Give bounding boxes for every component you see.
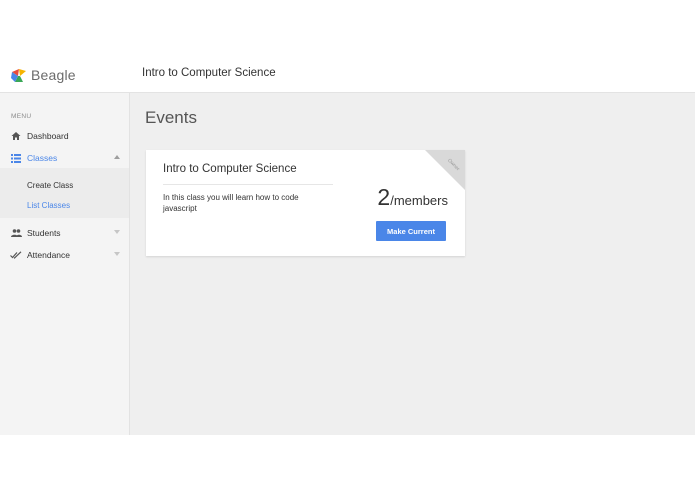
people-icon xyxy=(10,227,22,239)
beagle-logo-icon xyxy=(11,69,26,82)
page-title: Events xyxy=(145,108,197,127)
main-content: Events Owner Intro to Computer Science I… xyxy=(130,93,695,435)
card-description: In this class you will learn how to code… xyxy=(163,193,299,213)
member-count-number: 2 xyxy=(377,184,391,210)
member-count: 2/members xyxy=(377,184,448,211)
chevron-down-icon xyxy=(114,252,120,256)
make-current-button[interactable]: Make Current xyxy=(376,221,446,241)
sidebar-item-label: Students xyxy=(27,228,61,238)
double-check-icon xyxy=(10,249,22,261)
sidebar-item-dashboard[interactable]: Dashboard xyxy=(0,126,129,146)
brand[interactable]: Beagle xyxy=(11,66,76,84)
sidebar-item-students[interactable]: Students xyxy=(0,223,129,243)
top-bar: Beagle Intro to Computer Science xyxy=(0,57,695,93)
card-divider xyxy=(163,184,333,185)
sidebar-item-label: Attendance xyxy=(27,250,71,260)
sidebar-item-label: Classes xyxy=(27,153,58,163)
chevron-down-icon xyxy=(114,230,120,234)
header-title: Intro to Computer Science xyxy=(142,67,276,79)
app-shell: Beagle Intro to Computer Science MENU Da… xyxy=(0,57,695,435)
sidebar-item-classes[interactable]: Classes xyxy=(0,148,129,168)
sidebar-item-attendance[interactable]: Attendance xyxy=(0,245,129,265)
sidebar-item-label: Dashboard xyxy=(27,131,69,141)
card-title: Intro to Computer Science xyxy=(163,163,297,175)
member-count-unit: /members xyxy=(390,193,448,208)
class-card: Owner Intro to Computer Science In this … xyxy=(146,150,465,256)
list-icon xyxy=(10,152,22,164)
classes-submenu: Create Class List Classes xyxy=(0,168,129,218)
chevron-up-icon xyxy=(114,155,120,159)
menu-header: MENU xyxy=(11,113,32,120)
home-icon xyxy=(10,130,22,142)
submenu-item-create-class[interactable]: Create Class xyxy=(27,181,73,190)
sidebar: MENU Dashboard Classes Create Class List… xyxy=(0,93,130,435)
brand-name: Beagle xyxy=(31,67,76,83)
submenu-item-list-classes[interactable]: List Classes xyxy=(27,201,70,210)
